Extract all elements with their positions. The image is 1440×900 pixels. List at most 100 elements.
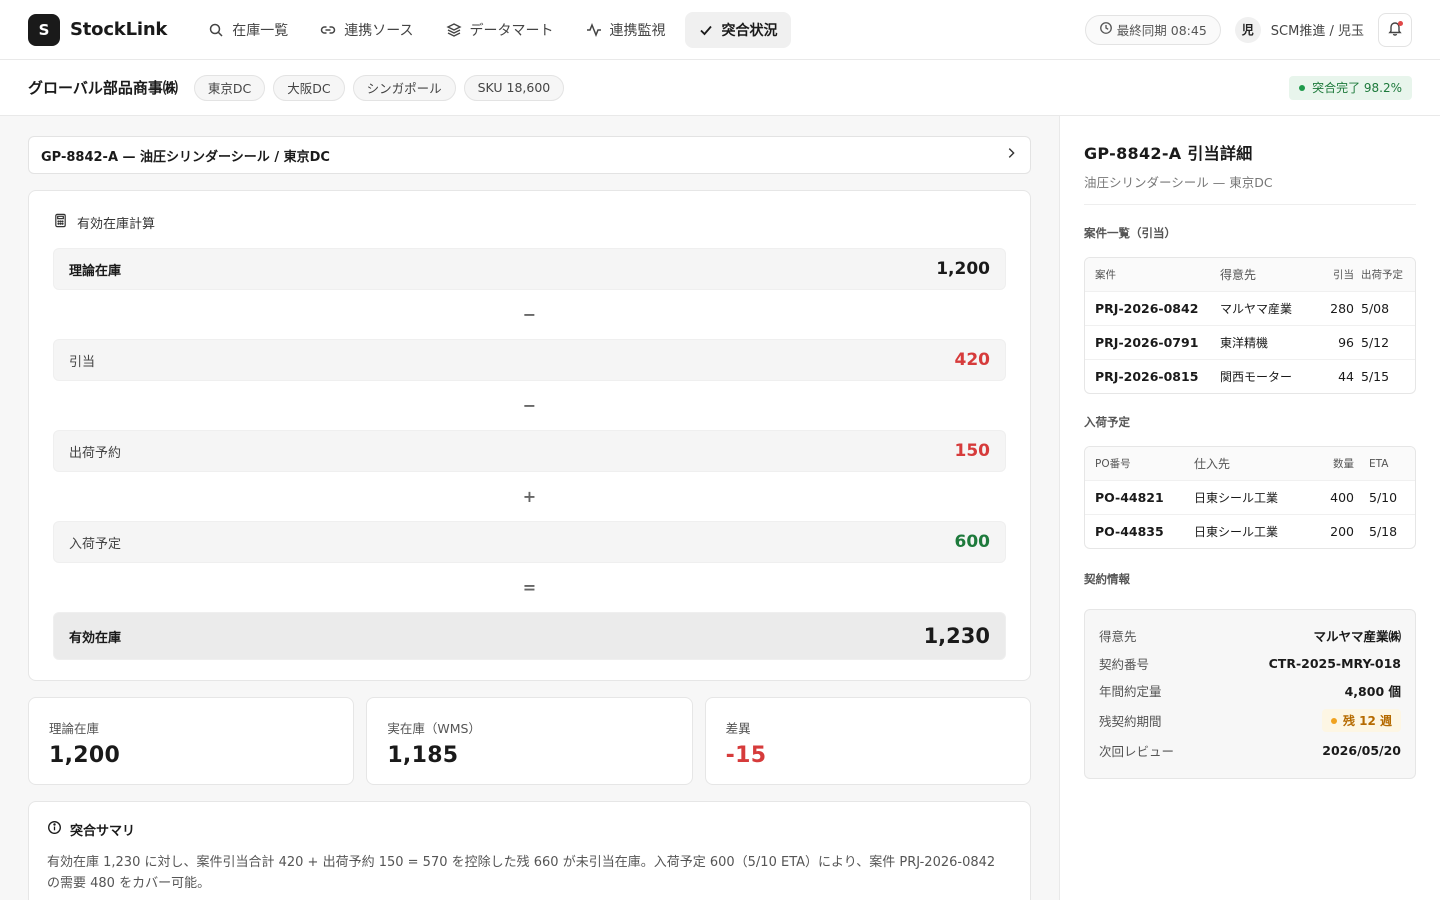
main-nav: 在庫一覧 連携ソース データマート 連携監視 突合状況 — [195, 11, 791, 48]
summary-text: 有効在庫 1,230 に対し、案件引当合計 420 + 出荷予約 150 = 5… — [47, 855, 996, 891]
calc-label: 有効在庫 — [69, 630, 122, 646]
info-icon — [47, 820, 62, 839]
calculator-icon — [53, 213, 68, 232]
contract-section-title: 契約情報 — [1084, 572, 1130, 586]
chip-osaka-dc[interactable]: 大阪DC — [273, 74, 345, 101]
kv-key: 残契約期間 — [1099, 714, 1162, 729]
nav-monitoring[interactable]: 連携監視 — [573, 12, 679, 48]
app-name: StockLink — [70, 19, 168, 40]
col-header: PO番号 — [1095, 458, 1131, 470]
kv-value: 残 12 週 — [1342, 714, 1392, 728]
calc-value: 1,200 — [936, 259, 990, 279]
kv-key: 得意先 — [1099, 629, 1137, 645]
nav-label: 連携ソース — [344, 22, 414, 39]
notifications-button[interactable] — [1378, 12, 1412, 47]
calc-row-allocation: 引当 420 — [53, 339, 1006, 381]
quantity: 400 — [1330, 490, 1354, 505]
table-header: PO番号 仕入先 数量 ETA — [1085, 447, 1415, 480]
remaining-term-badge: 残 12 週 — [1321, 709, 1401, 732]
calc-title: 有効在庫計算 — [77, 217, 156, 232]
customer: 関西モーター — [1220, 370, 1293, 384]
calc-row-shipping-reservation: 出荷予約 150 — [53, 430, 1006, 472]
nav-label: 在庫一覧 — [232, 22, 289, 39]
calc-value: 600 — [954, 532, 991, 552]
stat-label: 差異 — [725, 721, 751, 736]
logo-mark: S — [28, 13, 60, 46]
ship-date: 5/12 — [1361, 335, 1390, 350]
eta: 5/10 — [1369, 490, 1398, 505]
check-icon — [698, 22, 714, 38]
nav-label: データマート — [469, 22, 554, 39]
nav-datamart[interactable]: データマート — [433, 12, 567, 48]
calc-label: 引当 — [69, 354, 96, 370]
stats-row: 理論在庫 1,200 実在庫（WMS） 1,185 差異 -15 — [28, 697, 1031, 785]
detail-subtitle: 油圧シリンダーシール — 東京DC — [1084, 172, 1416, 205]
inbound-table: PO番号 仕入先 数量 ETA PO-44821 日東シール工業 400 5/1… — [1084, 446, 1416, 549]
supplier: 日東シール工業 — [1194, 525, 1279, 539]
alloc-section-title: 案件一覧（引当） — [1084, 226, 1176, 240]
contract-row-remaining-term: 残契約期間 残 12 週 — [1099, 705, 1401, 737]
item-selector-label: GP-8842-A — 油圧シリンダーシール / 東京DC — [41, 149, 330, 165]
context-bar: グローバル部品商事㈱ 東京DC 大阪DC シンガポール SKU 18,600 突… — [0, 60, 1440, 116]
eta: 5/18 — [1369, 524, 1398, 539]
clock-icon — [1099, 21, 1113, 38]
kv-value: 4,800 個 — [1344, 684, 1401, 700]
company-name: グローバル部品商事㈱ — [28, 79, 178, 97]
activity-icon — [586, 22, 602, 38]
project-id: PRJ-2026-0842 — [1095, 301, 1199, 316]
table-row[interactable]: PRJ-2026-0842 マルヤマ産業 280 5/08 — [1085, 291, 1415, 325]
allocated-qty: 280 — [1330, 301, 1354, 316]
contract-row-next-review: 次回レビュー 2026/05/20 — [1099, 737, 1401, 765]
chip-sku-count: SKU 18,600 — [463, 74, 565, 101]
project-id: PRJ-2026-0791 — [1095, 335, 1199, 350]
table-row[interactable]: PO-44835 日東シール工業 200 5/18 — [1085, 514, 1415, 548]
avatar: 児 — [1234, 16, 1261, 43]
inbound-section-title: 入荷予定 — [1084, 415, 1130, 429]
table-row[interactable]: PRJ-2026-0791 東洋精機 96 5/12 — [1085, 325, 1415, 359]
allocation-detail-panel: GP-8842-A 引当詳細 油圧シリンダーシール — 東京DC 案件一覧（引当… — [1059, 116, 1440, 900]
link-icon — [320, 22, 336, 38]
calc-value: 1,230 — [923, 624, 990, 648]
chip-singapore[interactable]: シンガポール — [352, 74, 456, 101]
app-logo[interactable]: S StockLink — [28, 13, 168, 46]
stat-label: 理論在庫 — [49, 721, 100, 736]
nav-inventory-list[interactable]: 在庫一覧 — [195, 12, 301, 48]
customer: 東洋精機 — [1220, 336, 1269, 350]
notification-dot — [1398, 20, 1403, 26]
contract-row-number: 契約番号 CTR-2025-MRY-018 — [1099, 650, 1401, 678]
po-number: PO-44821 — [1095, 490, 1164, 505]
supplier: 日東シール工業 — [1194, 491, 1279, 505]
table-header: 案件 得意先 引当 出荷予定 — [1085, 258, 1415, 291]
table-row[interactable]: PO-44821 日東シール工業 400 5/10 — [1085, 480, 1415, 514]
quantity: 200 — [1330, 524, 1354, 539]
project-id: PRJ-2026-0815 — [1095, 369, 1199, 384]
nav-reconciliation[interactable]: 突合状況 — [684, 11, 791, 48]
col-header: 引当 — [1333, 269, 1354, 281]
nav-sources[interactable]: 連携ソース — [307, 12, 426, 48]
calc-label: 出荷予約 — [69, 445, 122, 461]
calc-value: 150 — [954, 441, 991, 461]
col-header: 仕入先 — [1194, 457, 1231, 471]
allocated-qty: 44 — [1338, 369, 1354, 384]
nav-label: 突合状況 — [721, 22, 778, 39]
user-menu[interactable]: 児 SCM推進 / 児玉 — [1234, 16, 1364, 43]
po-number: PO-44835 — [1095, 524, 1164, 539]
stat-value: 1,185 — [387, 743, 459, 768]
contract-row-annual-volume: 年間約定量 4,800 個 — [1099, 677, 1401, 705]
calc-value: 420 — [954, 350, 991, 370]
ship-date: 5/15 — [1361, 369, 1390, 384]
chip-tokyo-dc[interactable]: 東京DC — [193, 74, 266, 101]
table-row[interactable]: PRJ-2026-0815 関西モーター 44 5/15 — [1085, 359, 1415, 393]
stat-label: 実在庫（WMS） — [387, 721, 481, 736]
last-sync-pill[interactable]: 最終同期 08:45 — [1084, 14, 1221, 45]
main-content: GP-8842-A — 油圧シリンダーシール / 東京DC 有効在庫計算 理論在… — [0, 116, 1059, 900]
stat-value: 1,200 — [49, 743, 121, 768]
contract-info: 得意先 マルヤマ産業㈱ 契約番号 CTR-2025-MRY-018 年間約定量 … — [1084, 609, 1416, 779]
contract-row-customer: 得意先 マルヤマ産業㈱ — [1099, 622, 1401, 650]
col-header: 数量 — [1333, 458, 1354, 470]
kv-key: 契約番号 — [1099, 656, 1150, 672]
layers-icon — [445, 22, 462, 38]
last-sync-label: 最終同期 08:45 — [1116, 23, 1207, 38]
item-selector[interactable]: GP-8842-A — 油圧シリンダーシール / 東京DC — [28, 136, 1031, 174]
col-header: 得意先 — [1220, 268, 1257, 282]
